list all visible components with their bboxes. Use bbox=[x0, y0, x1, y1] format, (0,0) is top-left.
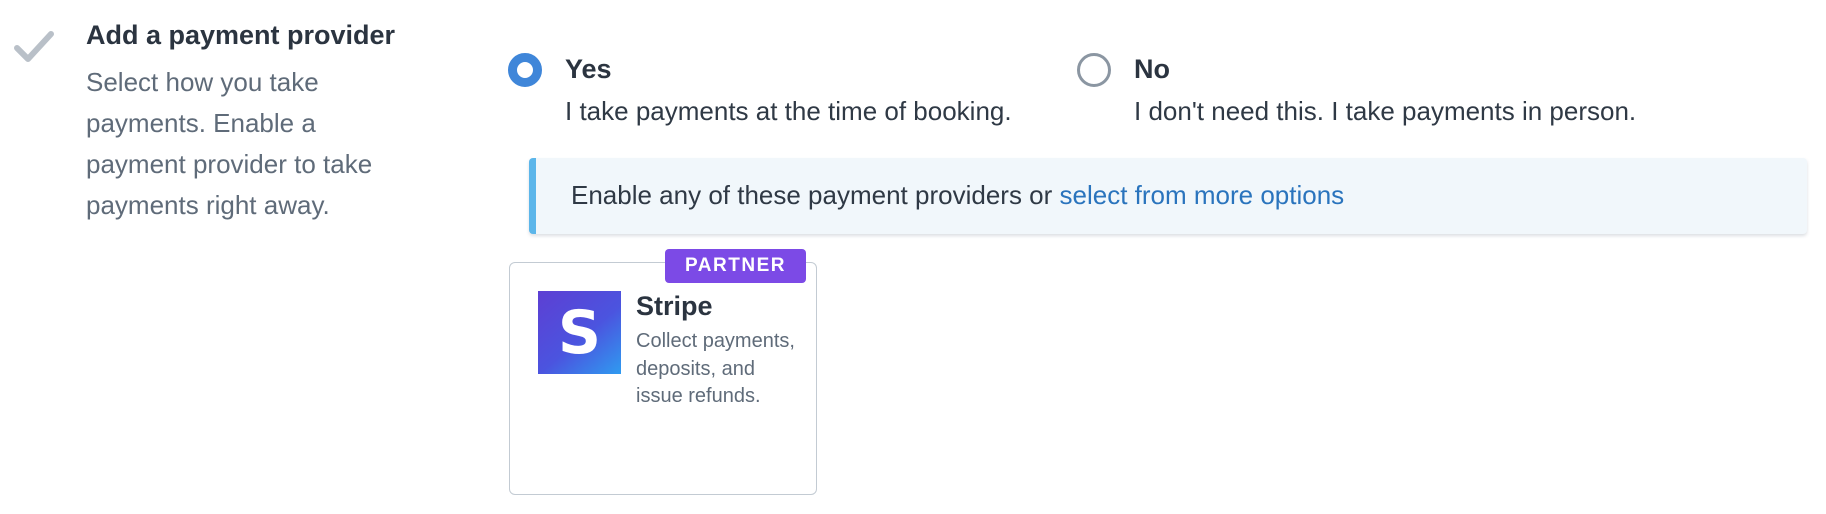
provider-name: Stripe bbox=[636, 291, 713, 321]
provider-description: Collect payments, deposits, and issue re… bbox=[636, 330, 795, 407]
info-banner-text: Enable any of these payment providers or… bbox=[571, 180, 1344, 211]
more-options-link[interactable]: select from more options bbox=[1060, 180, 1345, 210]
info-banner: Enable any of these payment providers or… bbox=[529, 158, 1807, 234]
radio-checked-icon[interactable] bbox=[508, 53, 542, 87]
check-icon bbox=[14, 30, 54, 64]
radio-description-no: I don't need this. I take payments in pe… bbox=[1134, 96, 1637, 126]
provider-card-stripe[interactable]: PARTNER S Stripe Collect payments, depos… bbox=[509, 249, 817, 495]
info-banner-message: Enable any of these payment providers or bbox=[571, 180, 1060, 210]
radio-label-yes: Yes bbox=[565, 54, 612, 84]
stripe-logo-icon: S bbox=[538, 291, 621, 374]
radio-label-no: No bbox=[1134, 54, 1170, 84]
radio-description-yes: I take payments at the time of booking. bbox=[565, 96, 1012, 126]
radio-unchecked-icon[interactable] bbox=[1077, 53, 1111, 87]
step-description: Select how you take payments. Enable a p… bbox=[86, 67, 373, 220]
partner-badge: PARTNER bbox=[665, 249, 806, 283]
step-title: Add a payment provider bbox=[86, 20, 396, 50]
